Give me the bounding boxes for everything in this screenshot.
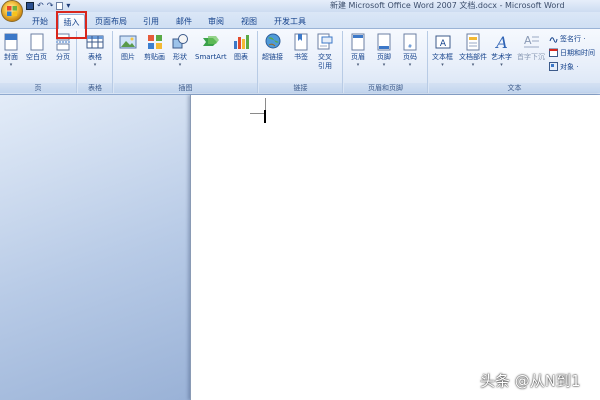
group-header-footer: 页眉 ▾ 页脚 ▾ # 页码 ▾ 页眉和页脚 (344, 31, 428, 93)
clip-art-icon (147, 35, 162, 49)
table-button[interactable]: 表格 ▾ (86, 33, 104, 68)
header-button[interactable]: 页眉 ▾ (349, 33, 367, 68)
title-bar: ↶ ↷ ▾ 新建 Microsoft Office Word 2007 文档.d… (0, 0, 600, 12)
tab-view[interactable]: 视图 (236, 14, 262, 29)
smartart-button[interactable]: SmartArt (195, 33, 227, 62)
group-pages: 封面 ▾ 空白页 分页 页 (0, 31, 77, 93)
wordart-icon: A (494, 33, 508, 51)
clip-art-button[interactable]: 剪贴画 (144, 33, 165, 62)
object-button[interactable]: 对象 · (549, 61, 578, 72)
picture-button[interactable]: 图片 (119, 33, 137, 62)
header-icon (351, 33, 365, 51)
window-title: 新建 Microsoft Office Word 2007 文档.docx - … (330, 1, 565, 10)
ribbon: 封面 ▾ 空白页 分页 页 表格 ▾ 表格 图片 剪贴画 形状 ▾ SmartA… (0, 29, 600, 95)
svg-text:A: A (439, 39, 446, 49)
redo-icon[interactable]: ↷ (47, 1, 54, 11)
group-tables: 表格 ▾ 表格 (78, 31, 113, 93)
group-links: 超链接 书签 交叉 引用 链接 (259, 31, 343, 93)
ribbon-tab-row: 开始 插入 页面布局 引用 邮件 审阅 视图 开发工具 (0, 12, 600, 29)
page-number-icon: # (403, 33, 417, 51)
group-illustrations-label: 插图 (114, 83, 257, 93)
group-tables-label: 表格 (78, 83, 112, 93)
tab-developer[interactable]: 开发工具 (270, 14, 310, 29)
calendar-icon (549, 48, 558, 57)
object-icon (549, 62, 558, 71)
blank-page-button[interactable]: 空白页 (26, 33, 47, 62)
document-page[interactable] (190, 95, 600, 400)
tab-review[interactable]: 审阅 (203, 14, 229, 29)
text-box-icon: A (435, 35, 450, 49)
group-illustrations: 图片 剪贴画 形状 ▾ SmartArt 图表 插图 (114, 31, 258, 93)
shapes-icon (172, 34, 188, 49)
qat-customize-icon[interactable]: ▾ (66, 1, 70, 11)
svg-text:#: # (408, 44, 412, 50)
drop-cap-button[interactable]: A 首字下沉 (517, 33, 545, 62)
svg-text:A: A (524, 34, 532, 47)
table-icon (86, 35, 104, 49)
page-number-button[interactable]: # 页码 ▾ (401, 33, 419, 68)
undo-icon[interactable]: ↶ (37, 1, 44, 11)
cross-reference-icon (317, 33, 333, 50)
tab-page-layout[interactable]: 页面布局 (92, 14, 130, 29)
cover-page-icon (4, 33, 18, 51)
shapes-button[interactable]: 形状 ▾ (171, 33, 189, 68)
date-time-button[interactable]: 日期和时间 (549, 47, 595, 58)
hyperlink-globe-icon (265, 33, 280, 49)
tab-insert[interactable]: 插入 (58, 14, 85, 29)
text-cursor (264, 110, 266, 123)
signature-line-icon (549, 37, 558, 43)
save-icon[interactable] (26, 2, 34, 10)
bookmark-icon (294, 33, 308, 51)
group-text: A 文本框 ▾ 文档部件 ▾ A 艺术字 ▾ A 首字下沉 签名行 · 日期和时… (429, 31, 600, 93)
quick-parts-icon (466, 33, 480, 51)
cover-page-button[interactable]: 封面 ▾ (2, 33, 20, 68)
group-header-footer-label: 页眉和页脚 (344, 83, 427, 93)
page-break-button[interactable]: 分页 (54, 33, 72, 62)
document-workspace (0, 95, 600, 400)
drop-cap-icon: A (524, 34, 539, 48)
tab-home[interactable]: 开始 (27, 14, 53, 29)
page-break-icon (56, 33, 70, 51)
bookmark-button[interactable]: 书签 (292, 33, 310, 62)
picture-icon (119, 35, 137, 49)
wordart-button[interactable]: A 艺术字 ▾ (491, 33, 512, 68)
smartart-icon (202, 36, 219, 46)
cross-reference-button[interactable]: 交叉 引用 (316, 33, 334, 71)
watermark: 头条 @从N到1 (480, 372, 581, 390)
group-links-label: 链接 (259, 83, 342, 93)
office-logo-icon (7, 6, 17, 16)
new-document-icon[interactable] (56, 2, 64, 10)
chart-button[interactable]: 图表 (232, 33, 250, 62)
quick-parts-button[interactable]: 文档部件 ▾ (459, 33, 487, 68)
svg-text:A: A (494, 33, 508, 51)
blank-page-icon (30, 33, 43, 51)
hyperlink-button[interactable]: 超链接 (262, 33, 283, 62)
signature-line-button[interactable]: 签名行 · (549, 33, 585, 44)
office-button[interactable] (1, 0, 23, 22)
tab-mailings[interactable]: 邮件 (171, 14, 197, 29)
text-box-button[interactable]: A 文本框 ▾ (432, 33, 453, 68)
group-text-label: 文本 (429, 83, 600, 93)
group-pages-label: 页 (0, 83, 76, 93)
footer-button[interactable]: 页脚 ▾ (375, 33, 393, 68)
footer-icon (377, 33, 391, 51)
tab-references[interactable]: 引用 (138, 14, 164, 29)
chart-icon (234, 35, 249, 49)
quick-access-toolbar: ↶ ↷ ▾ (26, 1, 70, 11)
